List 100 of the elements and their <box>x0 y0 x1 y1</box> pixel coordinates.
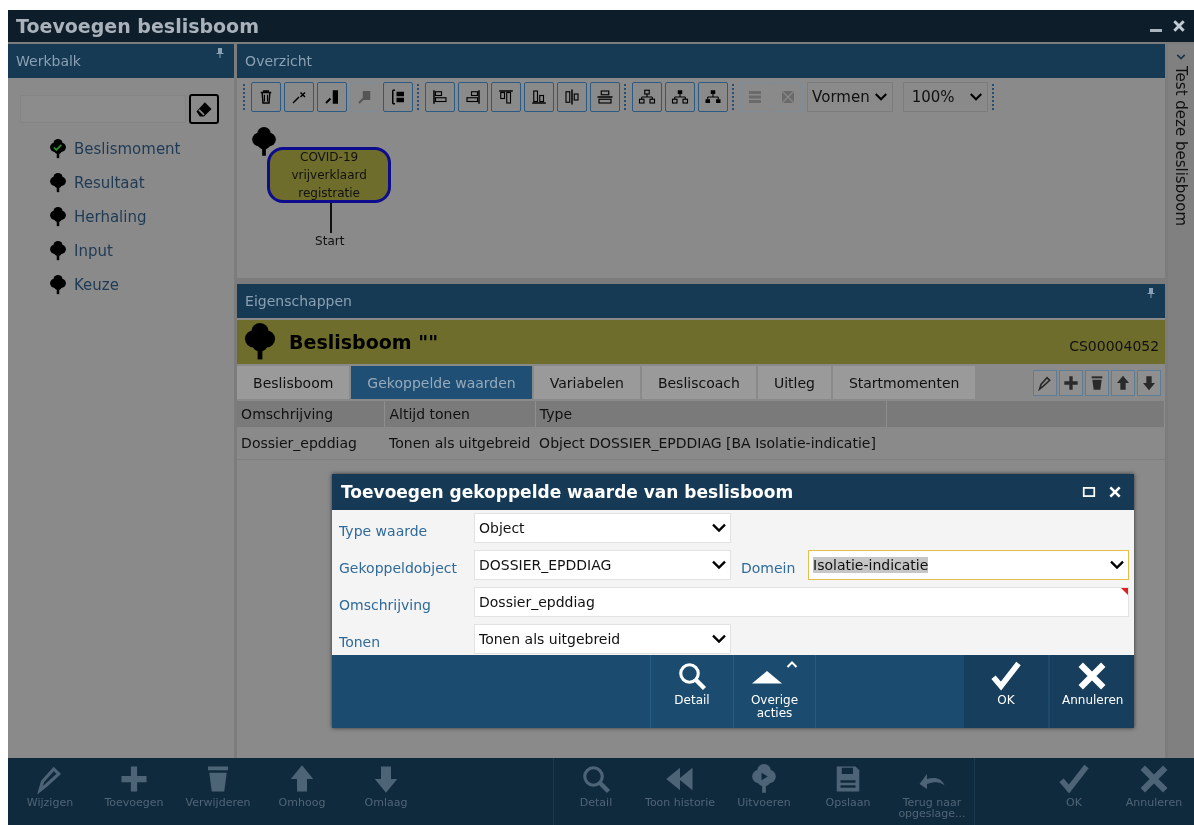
grip-handle[interactable] <box>417 84 422 110</box>
column-header[interactable]: Altijd tonen <box>385 401 536 427</box>
zoom-dropdown[interactable]: 100% <box>902 82 988 112</box>
tab[interactable]: Besliscoach <box>641 366 756 399</box>
action-button[interactable]: OK <box>964 655 1048 728</box>
record-code: CS00004052 <box>1069 338 1160 354</box>
toolbar-button[interactable] <box>317 82 348 112</box>
tab[interactable]: Gekoppelde waarden <box>351 366 532 399</box>
tree-icon <box>48 207 68 227</box>
align-bottom-icon <box>530 88 549 106</box>
tab[interactable]: Beslisboom <box>237 366 350 399</box>
toolbar-button[interactable] <box>251 82 282 112</box>
window-title: Toevoegen beslisboom <box>16 15 259 37</box>
toolbox-item[interactable]: Resultaat <box>48 172 235 194</box>
toolbar-button[interactable]: Opslaan <box>806 758 890 825</box>
tree-icon <box>48 173 68 193</box>
table-cell-text: Object DOSSIER_EPDDIAG [BA Isolatie-indicatie] <box>538 435 877 451</box>
add-button[interactable] <box>1059 369 1084 396</box>
column-header[interactable]: Type <box>535 401 888 427</box>
close-icon <box>1172 19 1186 33</box>
toolbar-button[interactable]: Terug naar opgeslage... <box>890 758 974 825</box>
side-tab[interactable]: Test deze beslisboom <box>1168 44 1194 758</box>
move-down-button[interactable] <box>1137 369 1162 396</box>
toolbar-button[interactable]: Detail <box>554 758 638 825</box>
field-label: Tonen <box>339 633 382 650</box>
tab[interactable]: Startmomenten <box>832 366 976 399</box>
toolbar-button[interactable]: Wijzigen <box>8 758 92 825</box>
move-up-button[interactable] <box>1111 369 1136 396</box>
panel-title: Werkbalk <box>16 53 81 69</box>
toolbox-item[interactable]: Herhaling <box>48 206 235 228</box>
dropdown-field[interactable]: Isolatie-indicatie <box>808 550 1129 580</box>
arrow-up-icon <box>1115 374 1132 391</box>
maximize-icon <box>1082 485 1096 499</box>
node-caption: Start <box>315 234 345 248</box>
toolbox-item[interactable]: Input <box>48 240 235 262</box>
toolbar-button[interactable] <box>491 82 522 112</box>
toolbar-button[interactable] <box>557 82 588 112</box>
plus-icon <box>119 764 149 794</box>
delete-button[interactable] <box>1085 369 1110 396</box>
dropdown-field[interactable]: DOSSIER_EPDDIAG <box>474 550 731 580</box>
panel-title: Overzicht <box>245 53 313 69</box>
decision-node[interactable]: COVID-19 vrijverklaard registratie <box>267 147 392 203</box>
hierarchy-icon <box>704 88 723 106</box>
toolbar-button[interactable]: Omhoog <box>260 758 344 825</box>
column-header[interactable]: Omschrijving <box>237 401 386 427</box>
toolbar-button[interactable] <box>524 82 555 112</box>
toolbar-button[interactable] <box>590 82 621 112</box>
align-left-icon <box>431 88 450 106</box>
toolbar-button[interactable]: Annuleren <box>1114 758 1194 825</box>
action-button[interactable]: Detail <box>650 655 733 728</box>
field-label: Domein <box>740 559 797 576</box>
toolbar-button[interactable]: Uitvoeren <box>722 758 806 825</box>
grip-handle[interactable] <box>243 84 248 110</box>
field-label: Omschrijving <box>339 596 432 613</box>
shapes-dropdown[interactable]: Vormen <box>807 82 893 112</box>
minimize-icon <box>1150 29 1162 32</box>
field-label: Gekoppeldobject <box>339 559 458 576</box>
dropdown-field[interactable]: Object <box>474 513 731 543</box>
dropdown-field[interactable]: Tonen als uitgebreid <box>474 624 731 654</box>
grip-handle[interactable] <box>991 84 996 110</box>
hierarchy-icon <box>638 88 657 106</box>
input-field[interactable]: Dossier_epddiag <box>474 587 1129 617</box>
toolbar-button[interactable] <box>698 82 729 112</box>
toolbar-button[interactable]: Toevoegen <box>92 758 176 825</box>
toolbar-button[interactable]: Verwijderen <box>176 758 260 825</box>
tree-icon <box>48 275 68 295</box>
pin-icon <box>1145 287 1158 299</box>
record-title: Beslisboom "" <box>289 331 439 353</box>
table-cell-text: Tonen als uitgebreid <box>388 435 532 451</box>
grip-handle[interactable] <box>624 84 629 110</box>
tab[interactable]: Uitleg <box>757 366 831 399</box>
toolbar-button[interactable]: Omlaag <box>344 758 428 825</box>
grip-handle[interactable] <box>732 84 737 110</box>
checkmark-icon <box>1059 764 1089 794</box>
align-right-icon <box>464 88 483 106</box>
toolbar-button[interactable]: OK <box>1034 758 1114 825</box>
eraser-button[interactable] <box>189 94 219 124</box>
toolbox-item[interactable]: Beslismoment <box>48 138 235 160</box>
panel-title: Eigenschappen <box>245 293 352 309</box>
action-button[interactable]: Overige acties <box>733 655 816 728</box>
chevron-down-icon <box>1176 52 1187 62</box>
close-icon <box>1108 485 1122 499</box>
tab[interactable]: Variabelen <box>533 366 640 399</box>
pin-icon <box>214 47 227 59</box>
toolbar-button[interactable] <box>383 82 414 112</box>
required-marker <box>1121 588 1128 595</box>
toolbox-item[interactable]: Keuze <box>48 274 235 296</box>
toolbar-button[interactable] <box>665 82 696 112</box>
tree-icon <box>48 139 68 159</box>
toolbar-button[interactable] <box>284 82 315 112</box>
edit-button[interactable] <box>1033 369 1058 396</box>
close-icon <box>1077 661 1107 691</box>
toolbar-button[interactable] <box>458 82 489 112</box>
action-button[interactable]: Annuleren <box>1050 655 1134 728</box>
toolbar-button[interactable] <box>632 82 663 112</box>
dialog-title: Toevoegen gekoppelde waarde van beslisboom <box>341 482 794 502</box>
center-icon <box>563 88 582 106</box>
toolbar-button[interactable] <box>425 82 456 112</box>
toolbar-button[interactable]: Toon historie <box>638 758 722 825</box>
table-cell-text: Dossier_epddiag <box>240 435 358 451</box>
